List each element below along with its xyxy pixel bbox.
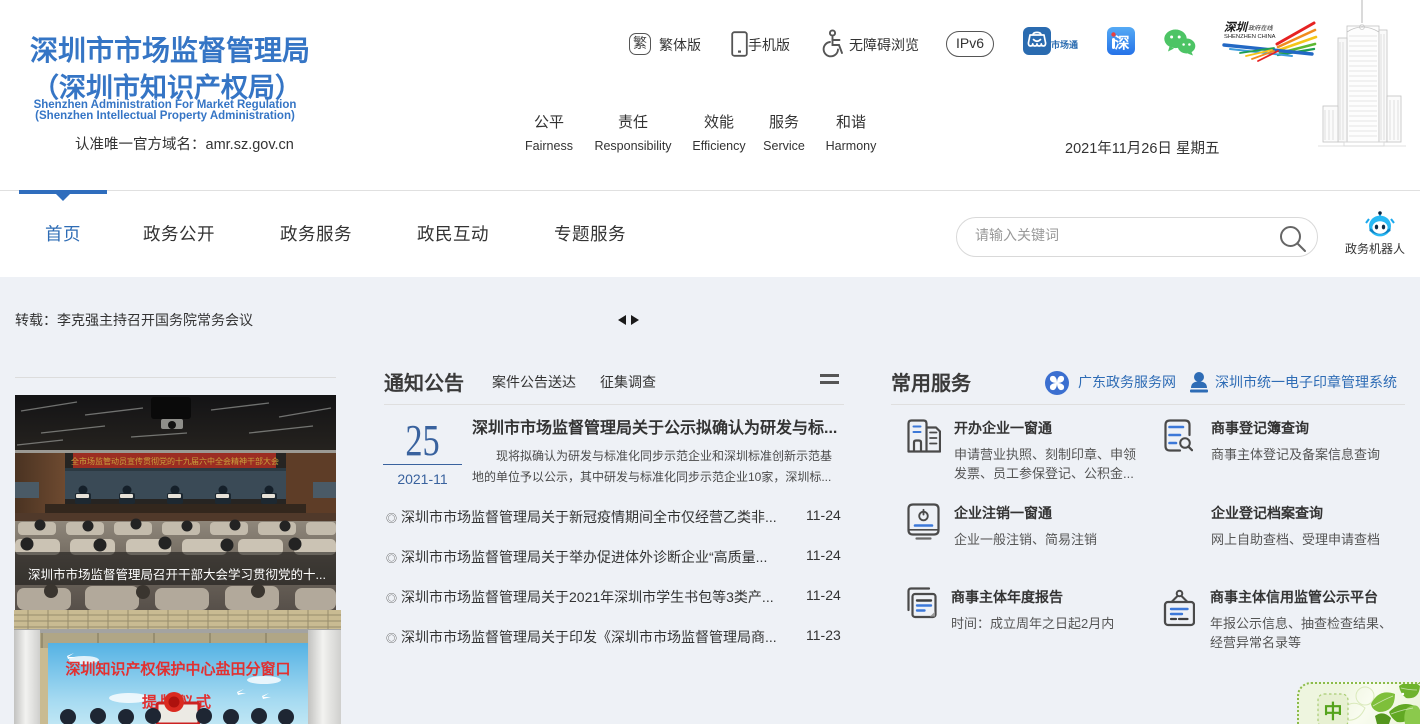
svg-text:全市场监管动员宣传贯彻党的十九届六中全会精神干部大会: 全市场监管动员宣传贯彻党的十九届六中全会精神干部大会 xyxy=(71,456,279,466)
svg-text:深: 深 xyxy=(1114,34,1129,52)
svg-text:深圳: 深圳 xyxy=(1224,21,1249,34)
svg-text:政府在线: 政府在线 xyxy=(1248,24,1274,32)
svg-text:深圳市市场监督管理局召开干部大会学习贯彻党的十...: 深圳市市场监督管理局召开干部大会学习贯彻党的十... xyxy=(28,567,326,582)
svg-text:SHENZHEN CHINA: SHENZHEN CHINA xyxy=(1224,34,1276,40)
svg-text:中: 中 xyxy=(1323,700,1342,723)
svg-text:深圳知识产权保护中心盐田分窗口: 深圳知识产权保护中心盐田分窗口 xyxy=(65,660,290,678)
